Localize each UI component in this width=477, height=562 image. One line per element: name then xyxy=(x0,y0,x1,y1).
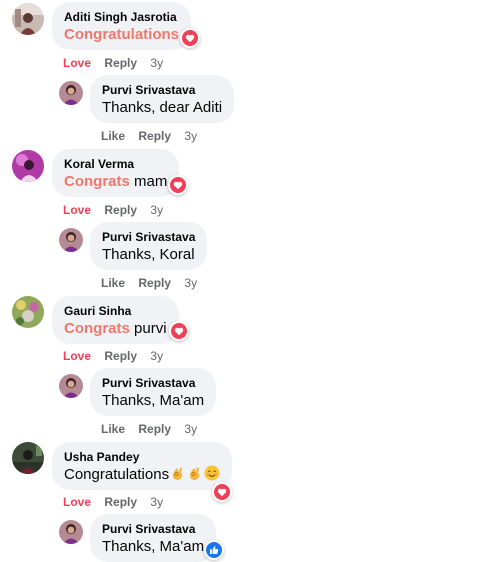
reply-text: Thanks, dear Aditi xyxy=(102,99,223,116)
reply-actions: Like Reply 3y xyxy=(101,275,207,291)
like-button[interactable]: Like xyxy=(101,128,125,144)
comment-author[interactable]: Koral Verma xyxy=(64,156,167,172)
highlighted-text: Congrats xyxy=(64,320,130,337)
avatar[interactable] xyxy=(59,228,83,252)
reply-bubble: Purvi Srivastava Thanks, Ma'am xyxy=(90,368,217,416)
smiling-face-emoji xyxy=(204,465,220,481)
reply-text: Thanks, Koral xyxy=(102,246,195,263)
reply-author[interactable]: Purvi Srivastava xyxy=(102,82,222,98)
reply-text: Thanks, Ma'am xyxy=(102,538,205,555)
avatar[interactable] xyxy=(59,81,83,105)
timestamp[interactable]: 3y xyxy=(150,348,163,364)
reply-button[interactable]: Reply xyxy=(138,421,171,437)
react-button[interactable]: Love xyxy=(63,494,91,510)
comment-text: Congrats purvi xyxy=(64,320,167,337)
comment-actions: Love Reply 3y xyxy=(63,494,173,510)
timestamp[interactable]: 3y xyxy=(184,128,197,144)
react-button[interactable]: Love xyxy=(63,55,91,71)
reply-button[interactable]: Reply xyxy=(138,128,171,144)
comment-bubble: Gauri Sinha Congrats purvi xyxy=(52,296,179,344)
heart-icon xyxy=(182,30,198,46)
reply-bubble: Purvi Srivastava Thanks, dear Aditi xyxy=(90,75,235,123)
reply-actions: Like Reply 3y xyxy=(101,421,207,437)
highlighted-text: Congrats xyxy=(64,173,130,190)
comment-text: Congratulations xyxy=(64,465,220,485)
heart-icon xyxy=(170,177,186,193)
love-reaction-badge[interactable] xyxy=(169,321,189,341)
comment-author[interactable]: Usha Pandey xyxy=(64,449,220,465)
comment-bubble: Usha Pandey Congratulations xyxy=(52,442,233,490)
ok-hand-emoji xyxy=(187,465,203,481)
reply-text: Thanks, Ma'am xyxy=(102,392,205,409)
timestamp[interactable]: 3y xyxy=(150,202,163,218)
comment-text: Congrats mam xyxy=(64,173,168,190)
comment-author[interactable]: Aditi Singh Jasrotia xyxy=(64,9,179,25)
avatar[interactable] xyxy=(12,442,44,474)
reply-actions: Like Reply 3y xyxy=(101,128,207,144)
love-reaction-badge[interactable] xyxy=(180,28,200,48)
timestamp[interactable]: 3y xyxy=(184,421,197,437)
reply-button[interactable]: Reply xyxy=(104,55,137,71)
comment-actions: Love Reply 3y xyxy=(63,202,173,218)
react-button[interactable]: Love xyxy=(63,202,91,218)
avatar[interactable] xyxy=(12,150,44,182)
reply-author[interactable]: Purvi Srivastava xyxy=(102,521,204,537)
reply-author[interactable]: Purvi Srivastava xyxy=(102,229,195,245)
like-button[interactable]: Like xyxy=(101,421,125,437)
love-reaction-badge[interactable] xyxy=(212,482,232,502)
comment-author[interactable]: Gauri Sinha xyxy=(64,303,167,319)
reply-button[interactable]: Reply xyxy=(138,275,171,291)
comment-text: Congratulations xyxy=(64,25,179,45)
reply-author[interactable]: Purvi Srivastava xyxy=(102,375,204,391)
like-button[interactable]: Like xyxy=(101,275,125,291)
heart-icon xyxy=(171,323,187,339)
reply-button[interactable]: Reply xyxy=(104,348,137,364)
like-reaction-badge[interactable] xyxy=(204,540,224,560)
timestamp[interactable]: 3y xyxy=(150,55,163,71)
comment-actions: Love Reply 3y xyxy=(63,348,173,364)
heart-icon xyxy=(214,484,230,500)
react-button[interactable]: Love xyxy=(63,348,91,364)
avatar[interactable] xyxy=(59,520,83,544)
highlighted-text: Congratulations xyxy=(64,26,179,43)
ok-hand-emoji xyxy=(170,465,186,481)
reply-bubble: Purvi Srivastava Thanks, Ma'am xyxy=(90,514,217,562)
timestamp[interactable]: 3y xyxy=(184,275,197,291)
reply-button[interactable]: Reply xyxy=(104,494,137,510)
comment-actions: Love Reply 3y xyxy=(63,55,173,71)
timestamp[interactable]: 3y xyxy=(150,494,163,510)
avatar[interactable] xyxy=(12,296,44,328)
reply-bubble: Purvi Srivastava Thanks, Koral xyxy=(90,222,208,270)
comment-bubble: Koral Verma Congrats mam xyxy=(52,149,180,197)
thumbs-up-icon xyxy=(206,542,222,558)
reply-button[interactable]: Reply xyxy=(104,202,137,218)
love-reaction-badge[interactable] xyxy=(168,175,188,195)
comment-bubble: Aditi Singh Jasrotia Congratulations xyxy=(52,2,191,50)
avatar[interactable] xyxy=(12,3,44,35)
avatar[interactable] xyxy=(59,374,83,398)
